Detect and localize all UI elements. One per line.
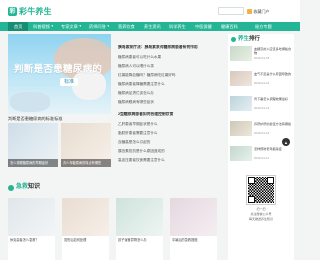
card-caption: 休克患者怎么急救？	[10, 238, 39, 242]
favorite-link[interactable]: 收藏门户	[247, 8, 270, 15]
news-link[interactable]: 胰岛素抵抗是什么原因造成的	[118, 149, 224, 153]
ranking-date: 2019-01-15	[254, 56, 270, 60]
card-image	[8, 198, 55, 236]
news-link[interactable]: 乙肝患者早期症状是什么	[118, 122, 224, 126]
news-link[interactable]: 糖尿病眼病有哪些症状	[118, 100, 224, 104]
news-lead-link[interactable]: 胰岛素泵疗法：胰岛素泵对糖尿病患者有何作用	[118, 45, 224, 50]
qr-panel: 扫一扫 关注微信公众号 每天推送养生知识	[228, 170, 294, 260]
heading-dot-icon	[231, 36, 236, 42]
nav-item-home[interactable]: 首页	[8, 22, 29, 31]
hero-title: 判断是否患糖尿病的	[14, 64, 103, 75]
card-caption: 中暑后的急救措施	[172, 238, 198, 242]
card-caption: 烫伤后如何处理	[64, 238, 87, 242]
page: 彩 彩牛养生 收藏门户 首页 科普视频 ▼ 专家文章 ▼ 药师问答 ▼ 营养饮食 养生…	[0, 0, 300, 260]
ranking-title: 血糖高的人应该多吃哪些食物	[254, 47, 292, 56]
ranking-thumbnail	[230, 96, 252, 111]
news-link[interactable]: 糖尿病患者可以吃什么水果	[118, 55, 224, 59]
main-nav: 首页 科普视频 ▼ 专家文章 ▼ 药师问答 ▼ 营养饮食 养生资讯 科学养生 中医保健…	[0, 22, 300, 31]
nav-item-videos[interactable]: 科普视频 ▼	[33, 22, 54, 31]
ranking-heading: 养生 排行	[228, 34, 294, 44]
knowledge-card[interactable]: 孩子误食异物怎么办	[116, 198, 163, 260]
news-link[interactable]: 血糖高是怎么引起的	[118, 140, 224, 144]
ranking-title: 怎样预防老年痴呆症	[254, 147, 282, 151]
nav-item-news[interactable]: 养生资讯	[144, 22, 161, 31]
card-image	[170, 198, 217, 236]
thumb-caption: 怎么调理糖尿病的早期症状	[8, 159, 58, 167]
ranking-date: 2019-01-14	[254, 81, 270, 85]
nav-item-qa[interactable]: 药师问答 ▼	[89, 22, 110, 31]
ranking-title: 养肝护肝的最佳方法有哪些	[254, 122, 292, 126]
knowledge-heading: 急救 知识	[8, 183, 40, 192]
card-caption: 孩子误食异物怎么办	[118, 238, 147, 242]
heading-dot-icon	[8, 184, 14, 191]
favorite-label: 收藏门户	[253, 9, 270, 14]
hero-banner[interactable]: 判断是否患糖尿病的 标准	[8, 34, 111, 114]
back-to-top-button[interactable]: ▲	[282, 138, 290, 146]
nav-item-tcm[interactable]: 中医保健	[195, 22, 212, 31]
ranking-thumbnail	[230, 71, 252, 86]
ranking-date: 2019-01-12	[254, 131, 270, 135]
news-link[interactable]: 高血压患者饮食需要注意什么	[118, 158, 224, 162]
chevron-down-icon: ▼	[50, 23, 54, 28]
chevron-down-icon: ▼	[106, 23, 110, 28]
chevron-down-icon: ▼	[78, 23, 82, 28]
news-link[interactable]: 脂肪肝患者需要注意什么	[118, 131, 224, 135]
ranking-thumbnail	[230, 121, 252, 136]
knowledge-card[interactable]: 中暑后的急救措施	[170, 198, 217, 260]
nav-item-science[interactable]: 科学养生	[169, 22, 186, 31]
ranking-title: 胃下垂怎么调理效果最好	[254, 97, 289, 101]
card-image	[62, 198, 109, 236]
nav-item-topics[interactable]: 秘方专题	[255, 22, 272, 31]
news-lead-link[interactable]: 2型糖尿病患者如何合理控制饮食	[118, 112, 224, 117]
qr-line-3: 每天推送养生知识	[248, 217, 273, 221]
ranking-item[interactable]: 胃下垂怎么调理效果最好 2019-01-14	[230, 96, 292, 120]
ranking-title: 血气不足是什么原因导致的	[254, 72, 292, 76]
header-search-input[interactable]	[218, 7, 244, 15]
favorite-icon	[247, 9, 252, 14]
news-link[interactable]: 红薯能降血糖吗？糖尿病吃红薯好吗	[118, 73, 224, 77]
thumb-card[interactable]: 怎么调理糖尿病的早期症状	[8, 123, 58, 167]
qr-corner-icon	[248, 196, 255, 203]
nav-item-articles[interactable]: 专家文章 ▼	[61, 22, 82, 31]
site-logo[interactable]: 彩 彩牛养生	[8, 6, 52, 17]
thumb-card[interactable]: 青少年糖尿病的特点有哪些	[61, 123, 111, 167]
ranking-item[interactable]: 血气不足是什么原因导致的 2019-01-14	[230, 71, 292, 95]
ranking-date: 2019-01-14	[254, 106, 270, 110]
ranking-item[interactable]: 血糖高的人应该多吃哪些食物 2019-01-15	[230, 46, 292, 70]
qr-corner-icon	[267, 177, 274, 184]
nav-item-wiki[interactable]: 健康百科	[221, 22, 238, 31]
logo-text: 彩牛养生	[19, 6, 52, 16]
news-link[interactable]: 糖尿病患者降糖需要注意什么	[118, 82, 224, 86]
news-link[interactable]: 糖尿病人可以喝什么茶	[118, 64, 224, 68]
qr-corner-icon	[248, 177, 255, 184]
hero-caption[interactable]: 判断是否患糖尿病的标准标准	[8, 116, 62, 121]
news-link[interactable]: 糖尿病足溃烂该怎么办	[118, 91, 224, 95]
ranking-thumbnail	[230, 46, 252, 61]
ranking-item[interactable]: 怎样预防老年痴呆症 2019-01-11	[230, 146, 292, 170]
ranking-date: 2019-01-11	[254, 156, 270, 160]
logo-icon: 彩	[8, 7, 17, 16]
nav-item-diet[interactable]: 营养饮食	[118, 22, 135, 31]
knowledge-card[interactable]: 休克患者怎么急救？	[8, 198, 55, 260]
hero-decoration	[10, 92, 50, 112]
hero-button[interactable]: 标准	[60, 78, 79, 87]
ranking-thumbnail	[230, 146, 252, 161]
knowledge-card[interactable]: 烫伤后如何处理	[62, 198, 109, 260]
card-image	[116, 198, 163, 236]
site-header: 彩 彩牛养生 收藏门户	[0, 0, 300, 22]
thumb-caption: 青少年糖尿病的特点有哪些	[61, 159, 111, 167]
